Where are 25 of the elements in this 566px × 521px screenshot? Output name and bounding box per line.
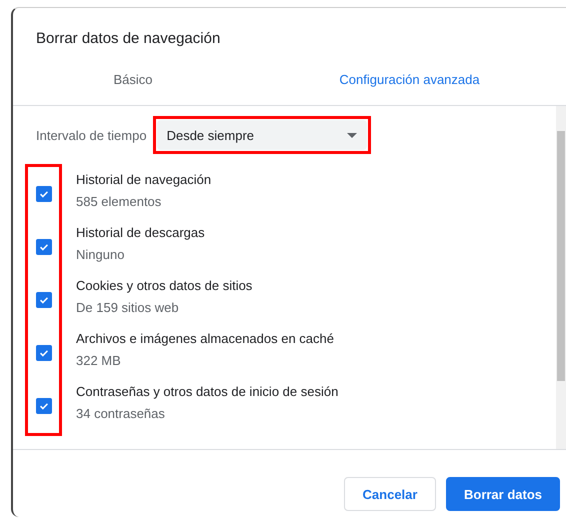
checkbox[interactable] — [36, 238, 52, 254]
checkbox[interactable] — [36, 292, 52, 308]
option-detail: De 159 sitios web — [76, 298, 180, 316]
caret-icon — [346, 132, 357, 138]
option-detail: 585 elementos — [76, 192, 162, 210]
option-detail: Ninguno — [76, 246, 126, 264]
time-range-label: Intervalo de tiempo — [36, 128, 147, 142]
option-label: Contraseñas y otros datos de inicio de sesión — [76, 382, 338, 401]
time-range-dropdown[interactable]: Desde siempre — [156, 120, 367, 150]
confirm-button[interactable]: Borrar datos — [446, 477, 560, 511]
option-label: Cookies y otros datos de sitios — [76, 276, 252, 295]
option-detail: 34 contraseñas — [76, 404, 166, 422]
scrollbar-thumb[interactable] — [557, 131, 565, 381]
option-label: Historial de navegación — [76, 170, 212, 189]
option-label: Archivos e imágenes almacenados en caché — [76, 330, 334, 348]
cancel-button[interactable]: Cancelar — [344, 477, 436, 511]
checkbox[interactable] — [36, 186, 52, 202]
tab[interactable]: Configuración avanzada — [253, 58, 566, 105]
option-detail: 322 MB — [76, 352, 122, 370]
dialog-title: Borrar datos de navegación — [35, 29, 222, 49]
option-label: Historial de descargas — [76, 224, 205, 242]
checkbox[interactable] — [36, 344, 52, 360]
checkbox[interactable] — [36, 398, 52, 414]
scrollbar[interactable] — [556, 106, 566, 449]
tab[interactable]: Básico — [13, 58, 253, 105]
